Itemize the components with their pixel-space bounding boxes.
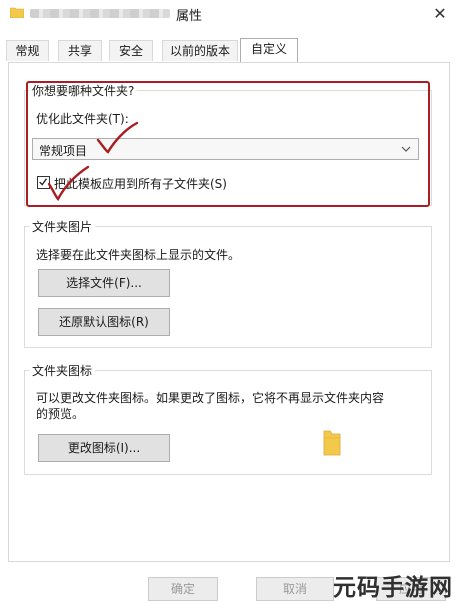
- tab-sharing[interactable]: 共享: [58, 40, 102, 61]
- folder-icon-description-line1: 可以更改文件夹图标。如果更改了图标，它将不再显示文件夹内容: [36, 391, 385, 405]
- tab-general[interactable]: 常规: [6, 40, 49, 61]
- watermark: 元码手游网: [333, 575, 453, 601]
- close-button[interactable]: ✕: [425, 2, 455, 26]
- folder-picture-group-title: 文件夹图片: [29, 218, 96, 235]
- annotation-check-mark: [47, 165, 90, 201]
- blurred-folder-name: [30, 9, 170, 18]
- ok-button[interactable]: 确定: [148, 577, 218, 601]
- annotation-check-mark: [96, 121, 139, 154]
- title-bar: 属性 ✕: [0, 0, 455, 32]
- tab-customize[interactable]: 自定义: [240, 38, 298, 62]
- choose-file-button[interactable]: 选择文件(F)...: [38, 269, 170, 297]
- tab-security[interactable]: 安全: [109, 40, 153, 61]
- folder-icon: [10, 7, 24, 18]
- tab-previous-versions[interactable]: 以前的版本: [162, 40, 238, 61]
- change-icon-button[interactable]: 更改图标(I)...: [38, 434, 170, 462]
- folder-icon-description-line2: 的预览。: [36, 407, 85, 421]
- restore-default-button[interactable]: 还原默认图标(R): [38, 308, 170, 336]
- window-title: 属性: [176, 9, 203, 24]
- folder-icon-group-title: 文件夹图标: [29, 362, 96, 379]
- cancel-button[interactable]: 取消: [256, 577, 334, 601]
- folder-icon: [323, 430, 341, 456]
- folder-picture-description: 选择要在此文件夹图标上显示的文件。: [36, 248, 241, 262]
